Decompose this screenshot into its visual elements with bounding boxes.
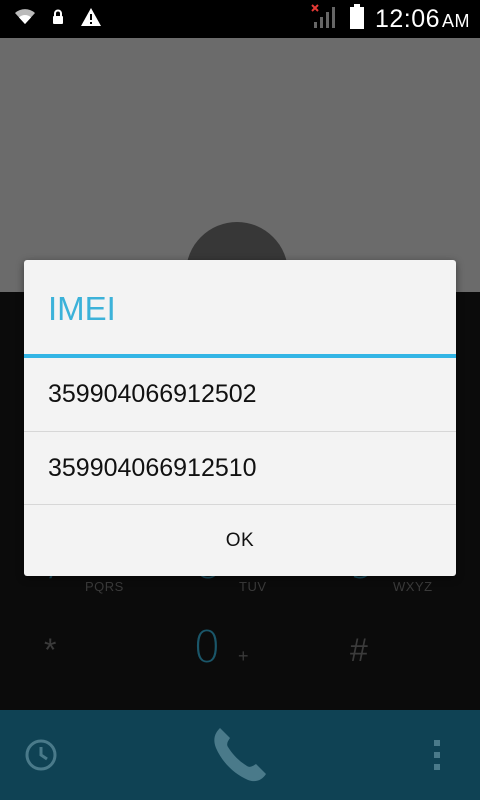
screen: 12:06AM 7 PQRS 8 TUV 9 WXYZ * 0 + # bbox=[0, 0, 480, 800]
wifi-icon bbox=[14, 8, 36, 30]
signal-no-service-icon bbox=[311, 3, 339, 35]
dialog-title: IMEI bbox=[48, 290, 116, 327]
warning-icon bbox=[80, 7, 102, 32]
history-icon[interactable] bbox=[24, 738, 58, 777]
dialer-action-bar bbox=[0, 710, 480, 800]
dialpad-letters-7: PQRS bbox=[85, 579, 124, 594]
clock: 12:06 AM bbox=[375, 5, 470, 34]
phone-icon[interactable] bbox=[206, 722, 272, 793]
lock-icon bbox=[52, 9, 64, 30]
imei-dialog: IMEI 359904066912502 359904066912510 OK bbox=[24, 260, 456, 576]
dialpad-row-star0hash: * 0 + # bbox=[0, 620, 480, 690]
clock-time: 12:06 bbox=[374, 4, 440, 33]
dialpad-letters-9: WXYZ bbox=[393, 579, 433, 594]
ok-button[interactable]: OK bbox=[24, 505, 456, 576]
dialpad-letters-8: TUV bbox=[239, 579, 267, 594]
imei-item-2[interactable]: 359904066912510 bbox=[24, 432, 456, 504]
battery-icon bbox=[349, 3, 365, 35]
dialpad-letters-0: + bbox=[238, 646, 250, 666]
dialpad-key-hash[interactable]: # bbox=[350, 632, 368, 669]
status-bar: 12:06 AM bbox=[0, 0, 480, 38]
dialpad-key-star[interactable]: * bbox=[44, 632, 56, 669]
overflow-menu-icon[interactable] bbox=[430, 738, 444, 777]
dialpad-key-0[interactable]: 0 bbox=[193, 622, 221, 673]
imei-item-1[interactable]: 359904066912502 bbox=[24, 358, 456, 430]
status-right-icons: 12:06 AM bbox=[311, 0, 470, 38]
status-left-icons bbox=[14, 0, 102, 38]
clock-ampm: AM bbox=[442, 10, 470, 31]
